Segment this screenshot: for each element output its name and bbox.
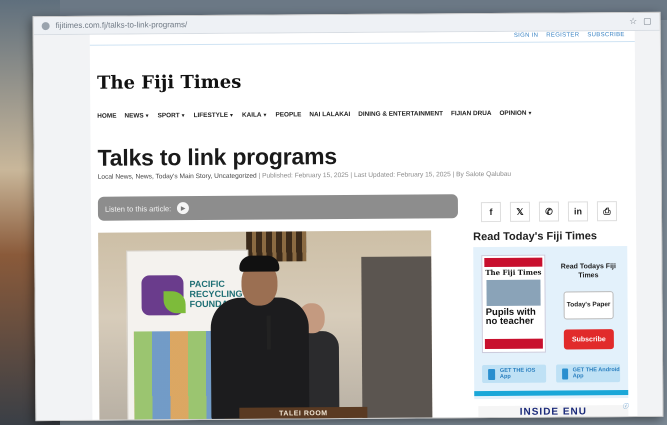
article-page: SIGN IN REGISTER SUBSCRIBE The Fiji Times … [89, 30, 638, 422]
phone-icon [562, 367, 568, 380]
nav-item-label: NEWS [124, 112, 144, 120]
ad-text: INSIDE ENU [519, 406, 588, 418]
caret-down-icon: ▼ [262, 112, 268, 119]
todays-paper-button[interactable]: Today's Paper [563, 291, 614, 320]
microphone [266, 315, 271, 350]
share-buttons: f 𝕏 ✆ in ⎙ [480, 201, 618, 223]
android-app-button[interactable]: GET THE Android App [556, 364, 621, 383]
nav-item-label: LIFESTYLE [193, 111, 229, 120]
nav-item-label: PEOPLE [275, 111, 302, 119]
nav-item-label: HOME [97, 112, 117, 120]
linkedin-icon[interactable]: in [567, 201, 589, 222]
epaper-heading: Read Todays Fiji Times [560, 263, 616, 280]
subscribe-button[interactable]: Subscribe [563, 329, 614, 350]
account-links: SIGN IN REGISTER SUBSCRIBE [514, 32, 625, 39]
nav-item-fijian-drua[interactable]: FIJIAN DRUA [451, 110, 492, 117]
cover-headline: Pupils with no teacher [485, 306, 536, 328]
caret-down-icon: ▼ [180, 113, 186, 120]
nav-item-home[interactable]: HOME [97, 113, 116, 120]
nav-item-nai-lalakai[interactable]: NAI LALAKAI [309, 111, 350, 118]
account-link-sign-in[interactable]: SIGN IN [514, 33, 538, 39]
nav-item-kaila[interactable]: KAILA▼ [242, 112, 268, 119]
ios-app-label: GET THE iOS App [499, 367, 536, 380]
window-control-icon[interactable]: ▢ [643, 16, 652, 27]
main-navigation: HOME NEWS▼ SPORT▼ LIFESTYLE▼ KAILA▼ PEOPLE NAI… [97, 110, 532, 120]
caret-down-icon: ▼ [229, 112, 235, 119]
article-categories[interactable]: Local News, News, Today's Main Story, Un… [98, 173, 257, 181]
article-title: Talks to link programs [97, 143, 337, 171]
nav-item-news[interactable]: NEWS▼ [124, 112, 149, 119]
caret-down-icon: ▼ [144, 113, 150, 120]
epaper-widget: The Fiji Times Pupils with no teacher Re… [473, 246, 629, 400]
whatsapp-icon[interactable]: ✆ [538, 201, 560, 222]
article-meta: Local News, News, Today's Main Story, Un… [98, 171, 511, 181]
sidebar-ad[interactable]: INSIDE ENU ⓘ [478, 404, 629, 420]
photo-dark-panel [361, 256, 433, 420]
android-app-label: GET THE Android App [572, 367, 620, 380]
caret-down-icon: ▼ [527, 110, 533, 117]
nav-item-people[interactable]: PEOPLE [275, 111, 301, 118]
sidebar-title: Read Today's Fiji Times [473, 230, 598, 244]
cover-photo [486, 279, 541, 307]
site-logo[interactable]: The Fiji Times [97, 72, 241, 94]
ios-app-button[interactable]: GET THE iOS App [482, 364, 547, 384]
account-link-subscribe[interactable]: SUBSCRIBE [587, 32, 624, 38]
facebook-icon[interactable]: f [480, 201, 502, 223]
nav-item-opinion[interactable]: OPINION▼ [499, 110, 532, 117]
site-info-icon[interactable] [41, 21, 50, 30]
bookmark-star-icon[interactable]: ☆ [629, 16, 637, 27]
nav-item-label: OPINION [499, 109, 527, 117]
twitter-icon[interactable]: 𝕏 [509, 201, 531, 222]
play-icon[interactable]: ▶ [177, 202, 190, 215]
speaker-hat [239, 255, 280, 272]
ad-info-icon[interactable]: ⓘ [622, 401, 628, 410]
nav-item-sport[interactable]: SPORT▼ [158, 112, 186, 119]
nav-item-label: KAILA [241, 111, 262, 119]
speaker-body [210, 297, 310, 421]
podium-sign: TALEI ROOM [239, 406, 368, 421]
print-icon[interactable]: ⎙ [596, 201, 618, 222]
url-text[interactable]: fijitimes.com.fj/talks-to-link-programs/ [56, 17, 623, 30]
cover-top-strip [484, 257, 543, 268]
top-divider [89, 40, 635, 46]
article-photo: PACIFIC RECYCLING FOUNDATION TALEI ROOM [98, 230, 433, 422]
epaper-bottom-bar [474, 390, 629, 397]
nav-item-dining-entertainment[interactable]: DINING & ENTERTAINMENT [358, 110, 443, 118]
article-dates-author: | Published: February 15, 2025 | Last Up… [258, 170, 512, 180]
cover-bottom-strip [484, 338, 543, 350]
phone-icon [488, 368, 495, 380]
listen-label: Listen to this article: [104, 203, 172, 214]
listen-player[interactable]: Listen to this article: ▶ [97, 194, 459, 221]
cover-masthead: The Fiji Times [485, 267, 542, 278]
account-link-register[interactable]: REGISTER [546, 32, 579, 38]
nav-item-lifestyle[interactable]: LIFESTYLE▼ [194, 112, 234, 119]
page-viewport: SIGN IN REGISTER SUBSCRIBE The Fiji Times … [33, 30, 664, 422]
browser-window: fijitimes.com.fj/talks-to-link-programs/… [32, 11, 664, 422]
nav-item-label: FIJIAN DRUA [450, 109, 492, 118]
epaper-cover[interactable]: The Fiji Times Pupils with no teacher [481, 254, 546, 354]
nav-item-label: DINING & ENTERTAINMENT [358, 110, 443, 118]
nav-item-label: NAI LALAKAI [309, 110, 351, 119]
nav-item-label: SPORT [157, 112, 180, 120]
